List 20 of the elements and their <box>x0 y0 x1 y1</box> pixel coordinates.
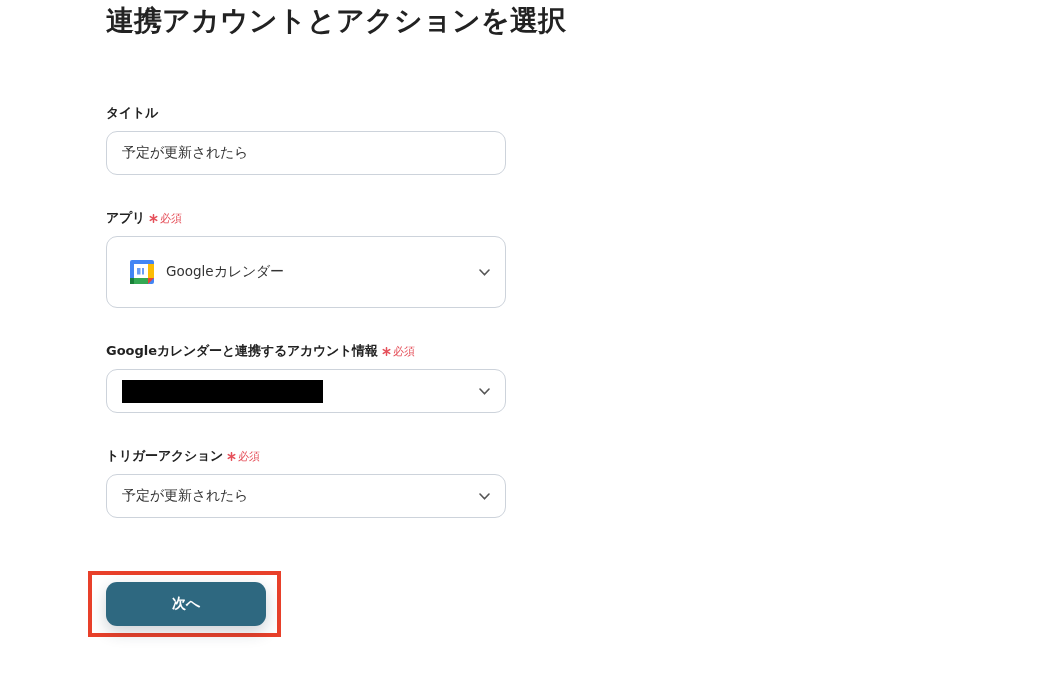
page-title: 連携アカウントとアクションを選択 <box>106 3 566 38</box>
asterisk-icon <box>227 451 236 461</box>
chevron-down-icon <box>479 387 490 395</box>
chevron-down-icon <box>479 268 490 276</box>
app-select[interactable]: Googleカレンダー <box>106 236 506 308</box>
field-label: タイトル <box>106 104 158 122</box>
chevron-down-icon <box>479 492 490 500</box>
action-select[interactable]: 予定が更新されたら <box>106 474 506 518</box>
field-label: アプリ <box>106 209 145 227</box>
text-input[interactable]: 予定が更新されたら <box>106 131 506 175</box>
asterisk-icon <box>149 213 158 223</box>
calendar-app-icon <box>130 260 154 284</box>
required-label: 必須 <box>160 210 182 226</box>
asterisk-icon <box>382 346 392 356</box>
required-label: 必須 <box>238 448 260 464</box>
account-select[interactable] <box>106 369 506 413</box>
next-button[interactable]: 次へ <box>106 582 266 626</box>
required-label: 必須 <box>393 343 416 359</box>
field-label: トリガーアクション <box>106 447 223 465</box>
field-label: Googleカレンダーと連携するアカウント情報 <box>106 342 379 360</box>
